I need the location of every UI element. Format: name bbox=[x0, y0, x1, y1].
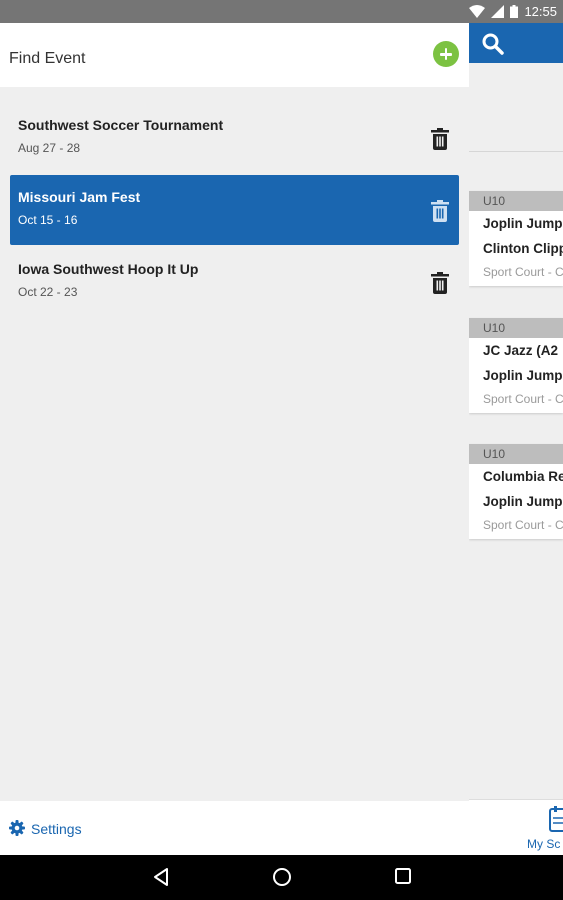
event-name: Iowa Southwest Hoop It Up bbox=[18, 261, 199, 277]
event-item-selected[interactable]: Missouri Jam Fest Oct 15 - 16 bbox=[10, 175, 459, 245]
battery-icon bbox=[510, 5, 519, 18]
game-card[interactable]: U10 Joplin Jump Clinton Clipp Sport Cour… bbox=[469, 191, 563, 286]
event-list: Southwest Soccer Tournament Aug 27 - 28 … bbox=[0, 103, 469, 319]
calendar-icon[interactable] bbox=[549, 805, 563, 833]
recent-apps-icon[interactable] bbox=[394, 867, 412, 885]
main-schedule-screen: U10 Joplin Jump Clinton Clipp Sport Cour… bbox=[469, 23, 563, 855]
event-dates: Aug 27 - 28 bbox=[18, 141, 81, 155]
status-icons: 12:55 bbox=[469, 0, 557, 23]
add-event-button[interactable] bbox=[433, 41, 459, 67]
team-name: Joplin Jump bbox=[483, 216, 563, 231]
game-location: Sport Court - C bbox=[483, 392, 563, 406]
team-name: Columbia Re bbox=[483, 469, 563, 484]
home-icon[interactable] bbox=[272, 867, 292, 887]
navigation-drawer: Find Event Southwest Soccer Tournament A… bbox=[0, 23, 469, 855]
status-bar: 12:55 bbox=[0, 0, 563, 23]
team-name: Joplin Jump bbox=[483, 368, 563, 383]
event-dates: Oct 15 - 16 bbox=[18, 213, 78, 227]
tab-my-schedule[interactable]: My Sc bbox=[527, 837, 560, 851]
game-location: Sport Court - C bbox=[483, 265, 563, 279]
event-item[interactable]: Iowa Southwest Hoop It Up Oct 22 - 23 bbox=[10, 247, 459, 317]
division-label: U10 bbox=[469, 318, 563, 338]
main-app-bar bbox=[469, 23, 563, 63]
event-name: Missouri Jam Fest bbox=[18, 189, 141, 205]
event-name: Southwest Soccer Tournament bbox=[18, 117, 224, 133]
division-label: U10 bbox=[469, 444, 563, 464]
drawer-header: Find Event bbox=[0, 23, 469, 87]
wifi-icon bbox=[469, 5, 486, 18]
cell-signal-icon bbox=[491, 5, 505, 18]
trash-icon[interactable] bbox=[431, 200, 449, 222]
team-name: JC Jazz (A2 bbox=[483, 343, 559, 358]
drawer-footer: Settings bbox=[0, 801, 469, 855]
game-card[interactable]: U10 Columbia Re Joplin Jump Sport Court … bbox=[469, 444, 563, 539]
settings-link[interactable]: Settings bbox=[31, 821, 82, 837]
team-name: Clinton Clipp bbox=[483, 241, 563, 256]
event-item[interactable]: Southwest Soccer Tournament Aug 27 - 28 bbox=[10, 103, 459, 173]
trash-icon[interactable] bbox=[431, 272, 449, 294]
bottom-tab-bar: My Sc bbox=[469, 799, 563, 855]
trash-icon[interactable] bbox=[431, 128, 449, 150]
main-divider bbox=[469, 151, 563, 152]
event-dates: Oct 22 - 23 bbox=[18, 285, 78, 299]
game-card[interactable]: U10 JC Jazz (A2 Joplin Jump Sport Court … bbox=[469, 318, 563, 413]
find-event-label[interactable]: Find Event bbox=[9, 50, 85, 68]
gear-icon[interactable] bbox=[9, 820, 25, 836]
team-name: Joplin Jump bbox=[483, 494, 563, 509]
status-time: 12:55 bbox=[524, 4, 557, 19]
division-label: U10 bbox=[469, 191, 563, 211]
search-icon[interactable] bbox=[481, 32, 505, 56]
system-nav-bar bbox=[0, 855, 563, 900]
back-icon[interactable] bbox=[152, 867, 170, 887]
game-location: Sport Court - C bbox=[483, 518, 563, 532]
